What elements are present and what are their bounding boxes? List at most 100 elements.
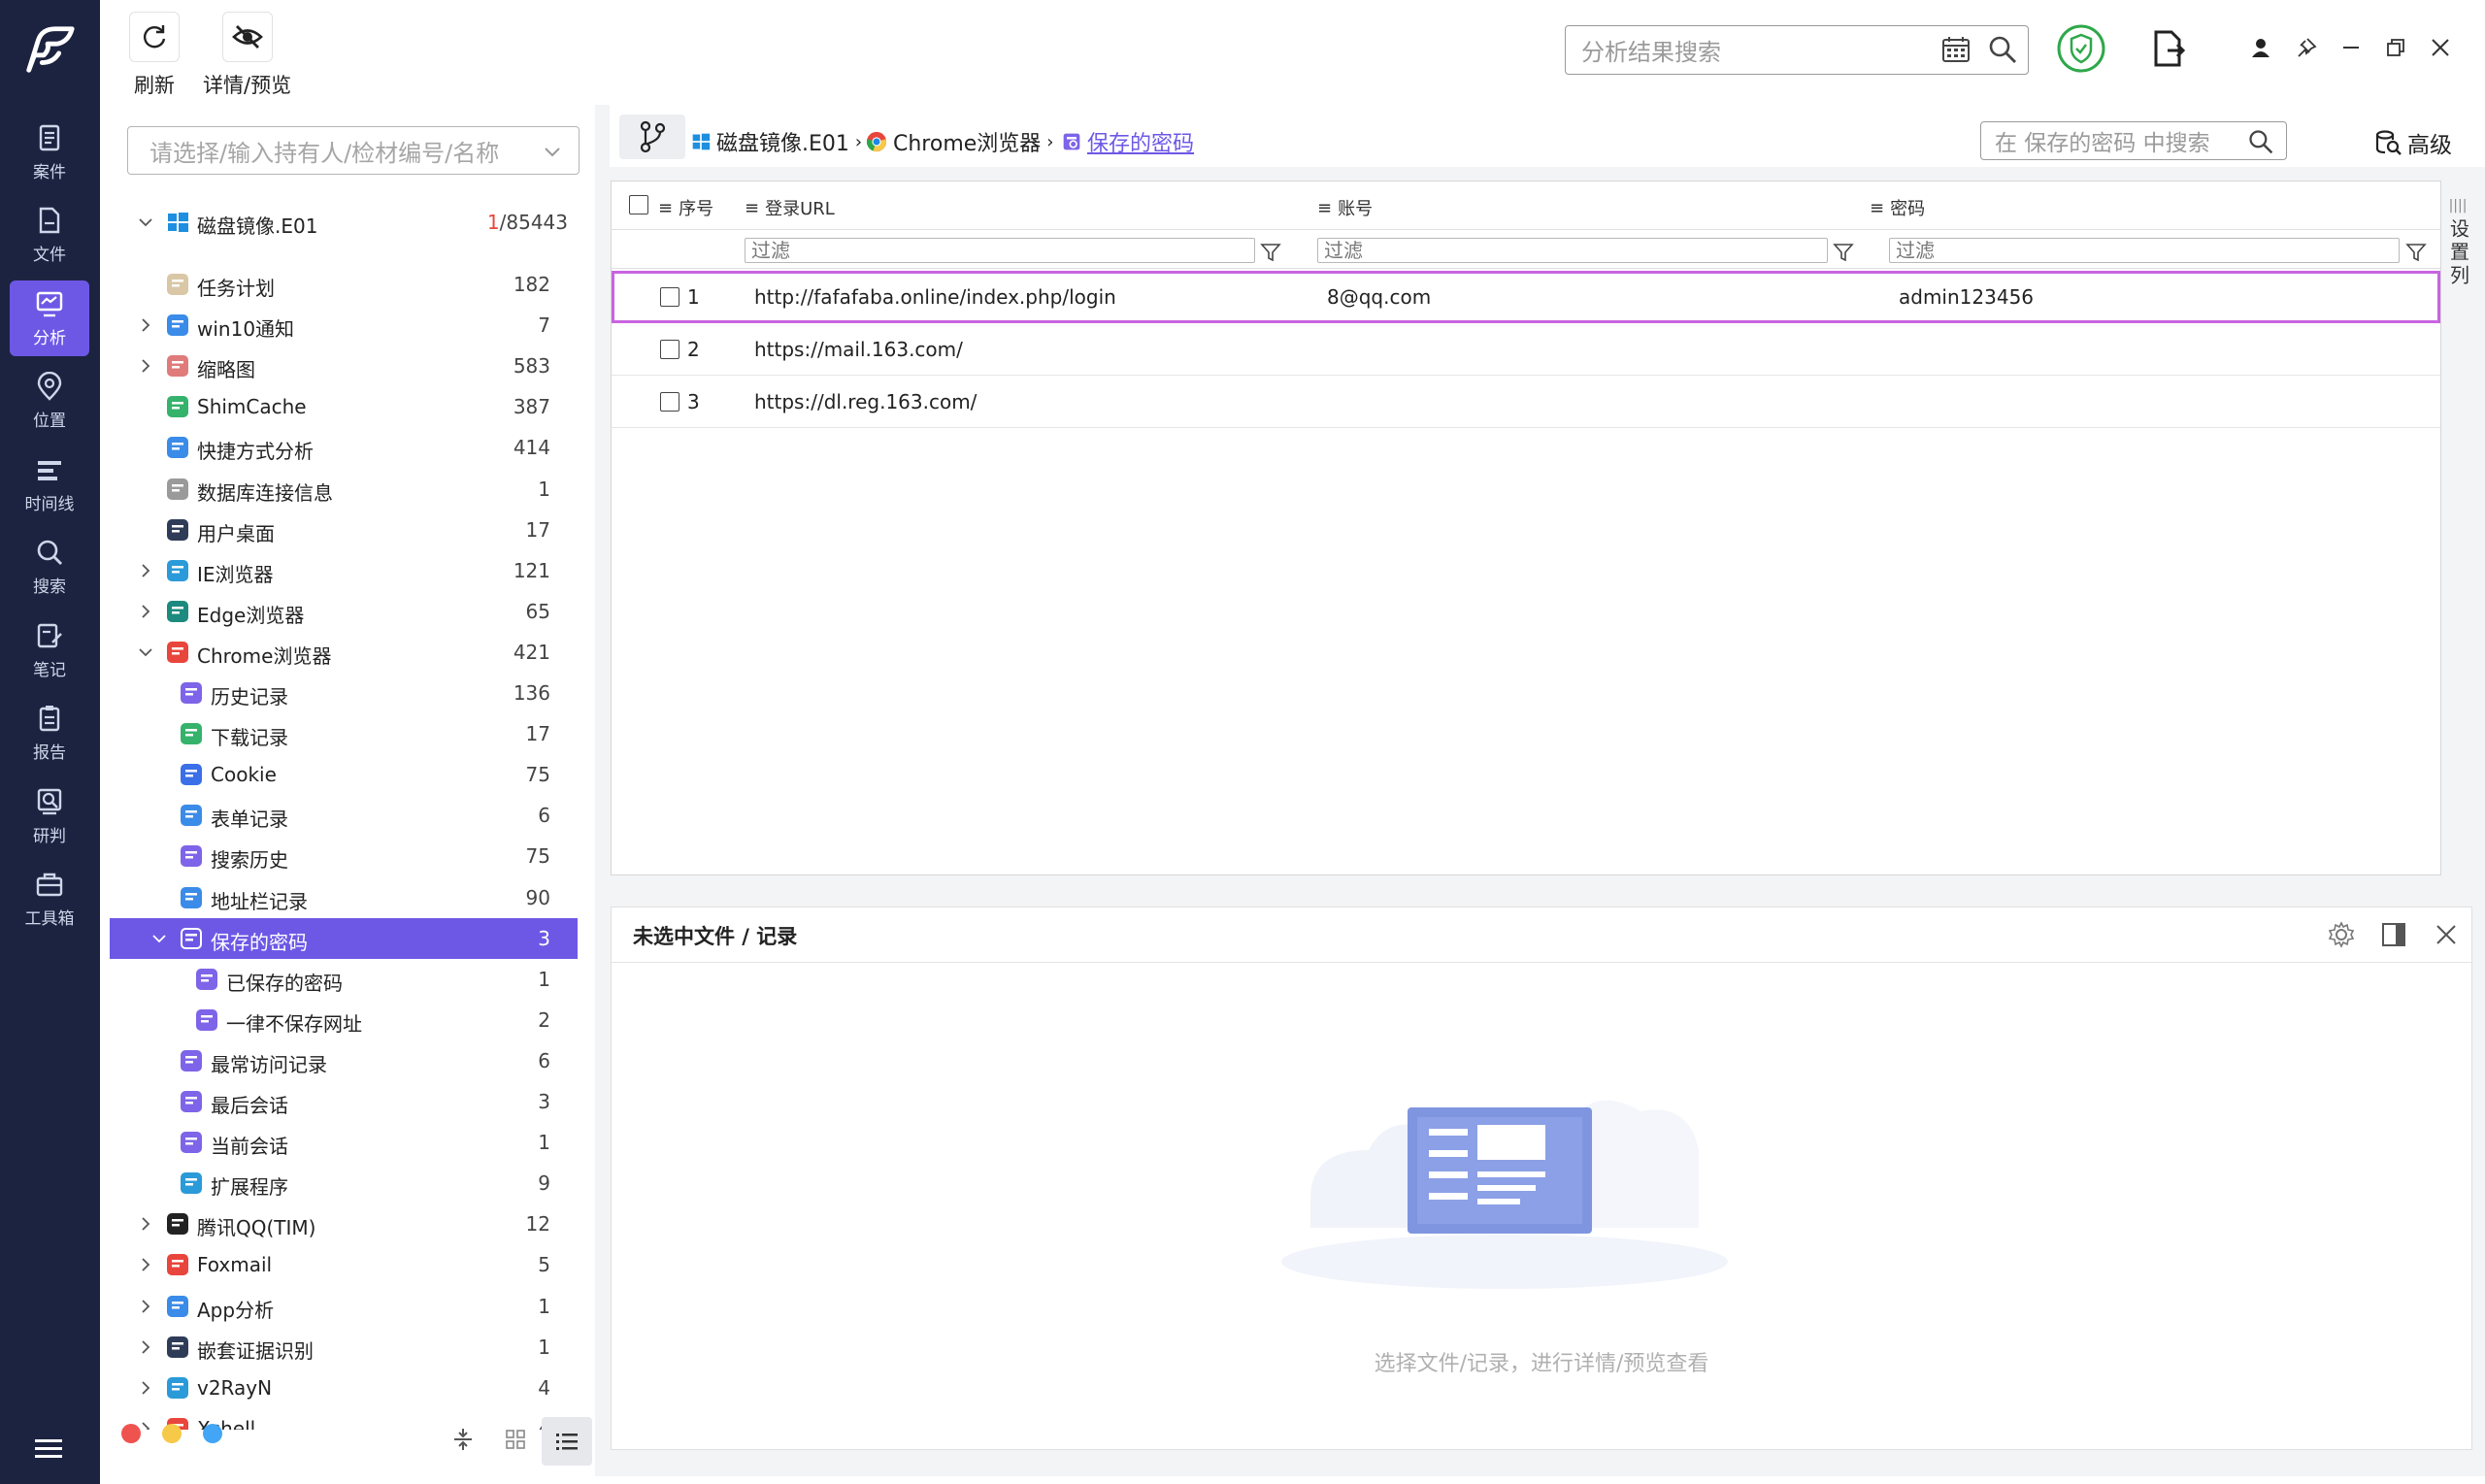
shield-check-icon[interactable] — [2056, 23, 2106, 74]
chevron-right-icon[interactable] — [137, 1338, 154, 1356]
tree-node[interactable]: Xshell4 — [110, 1408, 578, 1430]
collapse-all-icon[interactable] — [452, 1427, 474, 1452]
chevron-right-icon[interactable] — [137, 603, 154, 620]
tree-node-count: 6 — [538, 1048, 550, 1072]
tree-node[interactable]: 数据库连接信息 1 — [110, 469, 578, 510]
advanced-search-button[interactable]: 高级 — [2374, 126, 2452, 159]
url-filter-input[interactable]: 过滤 — [745, 238, 1255, 263]
tree-node[interactable]: 腾讯QQ(TIM) 12 — [110, 1204, 578, 1244]
tree-node[interactable]: Foxmail 5 — [110, 1244, 578, 1285]
tree-node[interactable]: 最常访问记录 6 — [110, 1040, 578, 1081]
rail-item-search[interactable]: 搜索 — [10, 530, 89, 606]
chevron-down-icon[interactable] — [137, 643, 154, 661]
tree-node[interactable]: 当前会话 1 — [110, 1122, 578, 1163]
tree-node[interactable]: Cookie 75 — [110, 754, 578, 795]
row-checkbox[interactable] — [660, 392, 679, 412]
grid-view-icon[interactable] — [505, 1429, 526, 1450]
tree-node[interactable]: 缩略图 583 — [110, 346, 578, 386]
restore-icon[interactable] — [2385, 37, 2406, 58]
scoped-search-input[interactable]: 在 保存的密码 中搜索 — [1980, 121, 2287, 160]
list-view-button[interactable] — [542, 1417, 592, 1466]
column-header-password[interactable]: ≡ 密码 — [1870, 195, 1925, 220]
chevron-down-icon[interactable] — [150, 930, 168, 947]
account-filter-input[interactable]: 过滤 — [1317, 238, 1828, 263]
split-panel-icon[interactable] — [2380, 921, 2407, 948]
tree-node[interactable]: win10通知 7 — [110, 305, 578, 346]
tree-node[interactable]: 用户桌面 17 — [110, 510, 578, 550]
search-icon[interactable] — [2247, 128, 2274, 155]
filter-icon[interactable] — [1260, 242, 1281, 263]
tree-node[interactable]: 地址栏记录 90 — [110, 877, 578, 918]
filter-icon[interactable] — [1833, 242, 1854, 263]
tree-node[interactable]: 搜索历史 75 — [110, 836, 578, 876]
rail-item-analysis[interactable]: 分析 — [10, 280, 89, 356]
tree-node[interactable]: v2RayN 4 — [110, 1368, 578, 1408]
chevron-right-icon[interactable] — [137, 1256, 154, 1273]
chevron-right-icon[interactable] — [137, 562, 154, 579]
analysis-result-search-input[interactable]: 分析结果搜索 — [1565, 25, 2029, 75]
breadcrumb-chrome[interactable]: Chrome浏览器 › — [866, 126, 1054, 157]
close-panel-icon[interactable] — [2433, 921, 2460, 948]
chevron-down-icon[interactable] — [137, 214, 154, 231]
breadcrumb-saved-passwords[interactable]: 保存的密码 — [1062, 126, 1194, 157]
tree-node[interactable]: Chrome浏览器 421 — [110, 632, 578, 673]
minimize-icon[interactable] — [2340, 37, 2362, 58]
breadcrumb-disk-image[interactable]: 磁盘镜像.E01 › — [691, 126, 862, 157]
tree-node[interactable]: 任务计划 182 — [110, 264, 578, 305]
column-settings-button[interactable]: |||| 设置列 — [2443, 194, 2472, 340]
menu-icon[interactable] — [33, 1436, 64, 1460]
user-icon[interactable] — [2250, 37, 2271, 58]
tree-root-node[interactable]: 磁盘镜像.E01 1/85443 — [110, 202, 578, 243]
chevron-right-icon[interactable] — [137, 1379, 154, 1397]
chevron-right-icon[interactable] — [137, 1215, 154, 1233]
column-header-account[interactable]: ≡ 账号 — [1317, 195, 1373, 220]
owner-evidence-select[interactable]: 请选择/输入持有人/检材编号/名称 — [127, 126, 580, 175]
rail-item-judge[interactable]: 研判 — [10, 778, 89, 854]
tree-node[interactable]: 嵌套证据识别 1 — [110, 1327, 578, 1368]
rail-item-toolbox[interactable]: 工具箱 — [10, 862, 89, 938]
row-checkbox[interactable] — [660, 340, 679, 359]
row-checkbox[interactable] — [660, 287, 679, 307]
tree-node[interactable]: App分析 1 — [110, 1286, 578, 1327]
password-filter-input[interactable]: 过滤 — [1889, 238, 2400, 263]
table-row[interactable]: 2 https://mail.163.com/ — [612, 323, 2440, 376]
tree-node[interactable]: 扩展程序 9 — [110, 1163, 578, 1204]
table-row[interactable]: 1 http://fafafaba.online/index.php/login 8… — [612, 271, 2440, 323]
select-all-checkbox[interactable] — [629, 195, 648, 214]
chevron-right-icon[interactable] — [137, 357, 154, 375]
filter-icon[interactable] — [2405, 242, 2427, 263]
tree-node[interactable]: 已保存的密码 1 — [110, 959, 578, 1000]
row-url: https://dl.reg.163.com/ — [754, 390, 977, 413]
advanced-search-icon — [2375, 130, 2402, 155]
tree-node[interactable]: 保存的密码 3 — [110, 917, 578, 959]
chevron-right-icon[interactable] — [137, 316, 154, 334]
tree-node[interactable]: 表单记录 6 — [110, 795, 578, 836]
rail-item-case[interactable]: 案件 — [10, 115, 89, 190]
rail-item-note[interactable]: 笔记 — [10, 612, 89, 688]
tree-toggle-button[interactable] — [619, 115, 685, 159]
chevron-right-icon[interactable] — [137, 1298, 154, 1315]
tree-node[interactable]: IE浏览器 121 — [110, 550, 578, 591]
close-icon[interactable] — [2430, 37, 2451, 58]
tree-node[interactable]: ShimCache 387 — [110, 386, 578, 427]
rail-item-location[interactable]: 位置 — [10, 364, 89, 440]
table-row[interactable]: 3 https://dl.reg.163.com/ — [612, 376, 2440, 428]
tree-node[interactable]: 快捷方式分析 414 — [110, 427, 578, 468]
column-header-url[interactable]: ≡ 登录URL — [745, 195, 835, 220]
column-header-index[interactable]: ≡ 序号 — [658, 195, 713, 220]
search-icon[interactable] — [1987, 34, 2018, 65]
rail-item-timeline[interactable]: 时间线 — [10, 446, 89, 522]
tree-node[interactable]: Edge浏览器 65 — [110, 591, 578, 632]
detail-preview-button[interactable]: 详情/预览 — [203, 12, 291, 99]
calendar-icon[interactable] — [1940, 34, 1971, 65]
tree-node[interactable]: 下载记录 17 — [110, 713, 578, 754]
refresh-button[interactable]: 刷新 — [129, 12, 180, 99]
tree-node[interactable]: 一律不保存网址 2 — [110, 1000, 578, 1040]
settings-gear-icon[interactable] — [2328, 921, 2355, 948]
pin-icon[interactable] — [2296, 37, 2317, 58]
tree-node[interactable]: 历史记录 136 — [110, 673, 578, 713]
rail-item-file[interactable]: 文件 — [10, 198, 89, 274]
rail-item-report[interactable]: 报告 — [10, 696, 89, 772]
tree-node[interactable]: 最后会话 3 — [110, 1081, 578, 1122]
export-file-icon[interactable] — [2148, 29, 2187, 68]
